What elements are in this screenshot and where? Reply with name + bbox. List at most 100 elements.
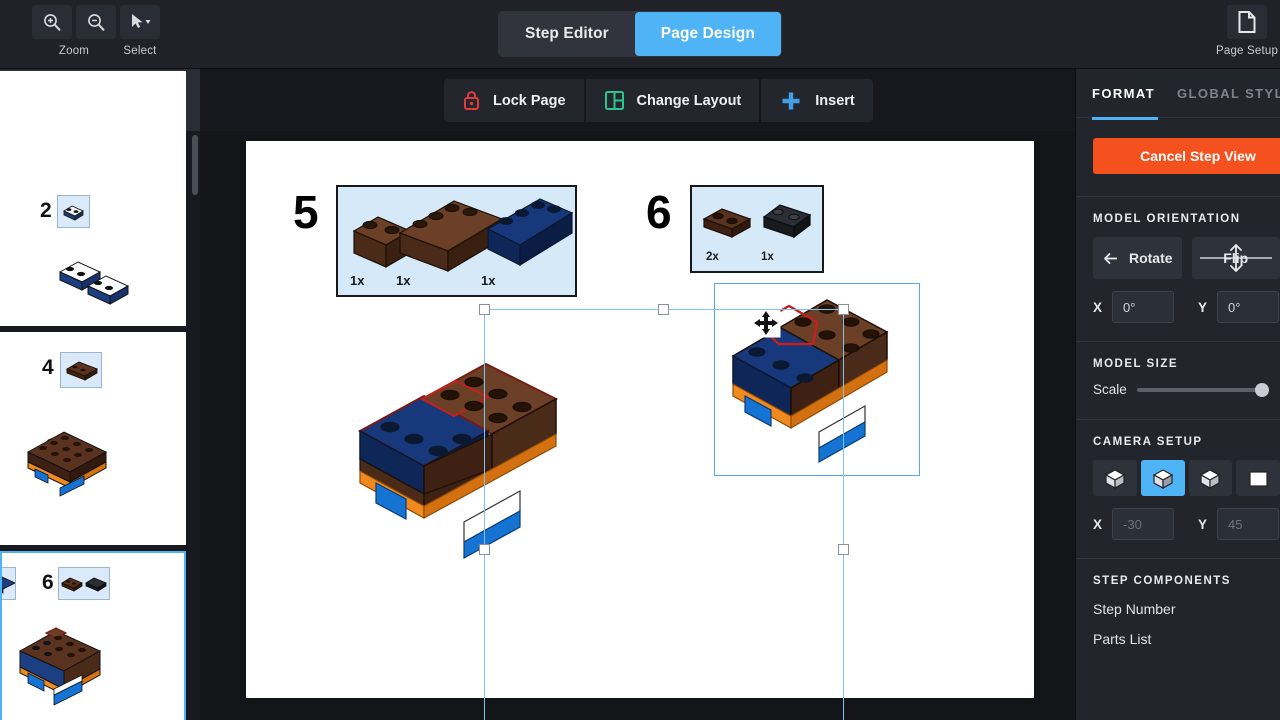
resize-handle-w[interactable] [479,544,490,555]
orientation-y-label: Y [1198,299,1208,315]
lock-page-button[interactable]: Lock Page [444,79,584,122]
insert-label: Insert [815,92,855,109]
resize-handle-n[interactable] [658,304,669,315]
camera-x-input[interactable]: -30 [1112,508,1175,540]
thumbnail-page-2[interactable]: 2 [0,71,186,326]
thumbnail-parts-box-partial [2,567,16,600]
rotate-left-arrow-icon [1104,252,1117,264]
thumbnail-page-6[interactable]: 6 [0,551,186,720]
select-arrow-icon [132,14,151,28]
orientation-x-label: X [1093,299,1103,315]
thumbnail-parts-box [58,567,110,600]
page-actions: Lock Page Change Layout Insert [444,79,873,122]
scale-slider[interactable] [1136,382,1269,397]
change-layout-label: Change Layout [636,92,742,109]
scale-row: Scale [1076,370,1280,397]
zoom-in-button[interactable] [32,5,72,39]
top-toolbar: Zoom Select Step Editor Page Design Page… [0,0,1280,69]
part-qty: 1x [396,273,411,288]
page-thumbnail-sidebar[interactable]: 2 4 6 [0,69,200,720]
app-root: Zoom Select Step Editor Page Design Page… [0,0,1280,720]
tab-step-editor[interactable]: Step Editor [499,12,635,56]
cube-icon [1104,469,1126,490]
page-setup-label: Page Setup [1216,45,1279,57]
thumbnail-step-number: 2 [40,199,52,222]
camera-inputs-row: X -30 Y 45 [1076,496,1280,540]
zoom-out-icon [88,14,105,31]
insert-button[interactable]: Insert [759,79,873,122]
cancel-step-view-button[interactable]: Cancel Step View [1093,138,1280,174]
thumbnail-parts-box [60,352,102,388]
thumbnail-part-preview [65,361,99,381]
step-components-title: STEP COMPONENTS [1093,575,1231,587]
part-qty: 1x [481,273,496,288]
tab-global-style[interactable]: GLOBAL STYLE [1177,86,1280,101]
mode-tabs: Step Editor Page Design [498,11,782,57]
tab-format[interactable]: FORMAT [1092,86,1155,101]
zoom-tool-group: Zoom [32,5,116,57]
rotate-label: Rotate [1128,250,1173,266]
part-qty: 1x [350,273,365,288]
part-qty: 2x [706,251,719,263]
step-5-model-image[interactable] [346,359,596,559]
thumbnail-model-preview [26,431,108,497]
step-component-parts-list[interactable]: Parts List [1076,617,1280,647]
flip-button[interactable]: Flip [1191,237,1280,279]
scale-label: Scale [1093,382,1127,397]
parts-list-step-5-graphic [352,198,574,273]
resize-handle-e[interactable] [838,544,849,555]
cube-icon [1200,469,1221,490]
orientation-y-input[interactable]: 0° [1217,291,1280,323]
cube-icon [1152,469,1173,490]
lock-page-label: Lock Page [493,92,566,109]
thumbnail-page-4[interactable]: 4 [0,332,186,545]
parts-list-step-5[interactable]: 1x 1x 1x [336,185,577,297]
tab-page-design[interactable]: Page Design [634,12,781,56]
thumbnail-model-preview [18,627,102,706]
thumbnail-part-preview-partial [2,576,16,594]
select-group-label: Select [123,45,157,57]
page-setup-group: Page Setup [1216,5,1278,57]
camera-view-4-button[interactable] [1236,460,1280,496]
select-button[interactable] [120,5,160,39]
page-canvas[interactable]: 5 1x 1x 1x 6 2x 1x [246,141,1034,698]
rotate-button[interactable]: Rotate [1093,237,1182,279]
camera-view-1-button[interactable] [1093,460,1137,496]
thumbnail-list: 2 4 6 [0,71,200,720]
lock-icon [464,91,479,110]
step-number-5: 5 [293,186,319,238]
page-icon [1238,11,1256,33]
camera-x-label: X [1093,516,1103,532]
thumbnail-part-preview [61,577,107,592]
parts-list-step-6[interactable]: 2x 1x [690,185,824,273]
format-panel: FORMAT GLOBAL STYLE Cancel Step View MOD… [1075,69,1280,720]
sidebar-scrollbar[interactable] [192,135,198,195]
canvas-area[interactable]: 5 1x 1x 1x 6 2x 1x [200,131,1075,720]
orientation-buttons-row: Rotate Flip [1076,225,1280,279]
change-layout-button[interactable]: Change Layout [583,79,760,122]
part-qty: 1x [761,251,774,263]
panel-tabs: FORMAT GLOBAL STYLE [1076,69,1280,117]
zoom-out-button[interactable] [76,5,116,39]
zoom-group-label: Zoom [58,45,90,57]
orientation-inputs-row: X 0° Y 0° [1076,279,1280,323]
resize-handle-ne[interactable] [838,304,849,315]
step-component-step-number[interactable]: Step Number [1076,587,1280,617]
camera-y-input[interactable]: 45 [1217,508,1280,540]
model-size-title: MODEL SIZE [1093,358,1179,370]
layout-icon [604,91,624,110]
step-number-6: 6 [646,186,672,238]
page-setup-button[interactable] [1227,5,1268,39]
step-6-model-frame[interactable] [714,283,920,476]
orientation-x-input[interactable]: 0° [1112,291,1175,323]
camera-view-3-button[interactable] [1188,460,1233,496]
cube-icon [1249,471,1268,487]
camera-setup-title: CAMERA SETUP [1093,436,1203,448]
scale-slider-knob[interactable] [1255,382,1269,397]
format-tab-indicator [1092,117,1158,120]
thumbnail-step-number: 6 [42,571,54,594]
camera-view-2-button[interactable] [1140,460,1185,496]
zoom-in-icon [44,14,61,31]
resize-handle-nw[interactable] [479,304,490,315]
camera-y-label: Y [1198,516,1208,532]
